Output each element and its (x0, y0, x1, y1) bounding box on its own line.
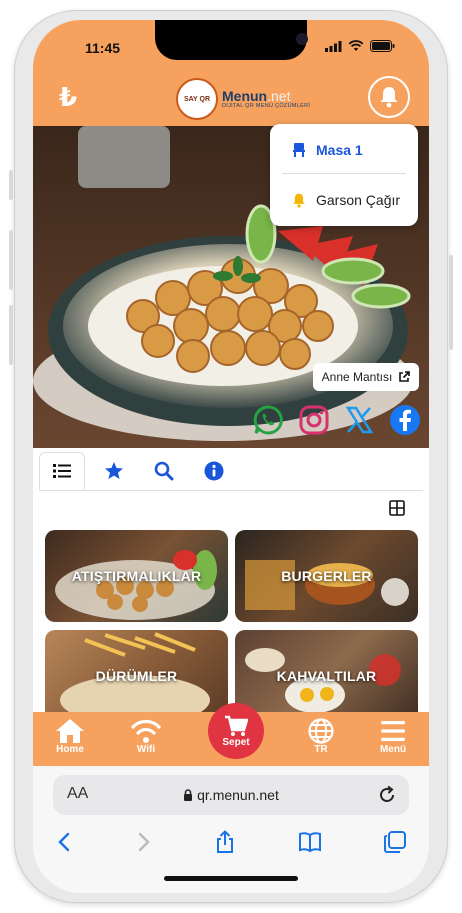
volume-up-button (9, 230, 13, 290)
lock-icon (184, 789, 193, 801)
reload-icon[interactable] (377, 785, 397, 805)
tab-favorites[interactable] (91, 452, 137, 490)
camera (296, 33, 308, 45)
bell-icon (380, 87, 398, 108)
external-link-icon (399, 371, 411, 382)
cart-label: Sepet (222, 736, 250, 748)
category-card[interactable]: KAHVALTILAR (235, 630, 418, 722)
share-icon[interactable] (213, 830, 237, 854)
call-waiter-label: Garson Çağır (316, 192, 401, 208)
bookmarks-icon[interactable] (298, 830, 322, 854)
status-bar: 11:45 (33, 20, 429, 70)
tabs-icon[interactable] (383, 830, 407, 854)
wifi-icon (131, 719, 161, 743)
nav-menu-label: Menü (379, 744, 407, 755)
address-bar[interactable]: AA qr.menun.net (53, 775, 409, 815)
instagram-icon[interactable] (298, 404, 330, 436)
mute-switch (9, 170, 13, 200)
home-indicator (164, 876, 298, 881)
logo-badge: SAY QR (176, 78, 218, 120)
nav-menu[interactable]: Menü (363, 718, 423, 755)
category-card[interactable]: BURGERLER (235, 530, 418, 622)
hamburger-icon (381, 721, 405, 741)
power-button (449, 255, 453, 350)
app-header: ₺ SAY QR Menun.net DİJİTAL QR MENÜ ÇÖZÜM… (33, 70, 429, 126)
call-waiter-item[interactable]: Garson Çağır (270, 176, 418, 224)
whatsapp-icon[interactable] (252, 404, 284, 436)
currency-button[interactable]: ₺ (59, 82, 77, 113)
nav-wifi[interactable]: Wifi (116, 718, 176, 755)
logo-name: Menun (222, 88, 268, 104)
volume-down-button (9, 305, 13, 365)
status-time: 11:45 (85, 40, 121, 56)
back-icon[interactable] (53, 830, 77, 854)
nav-wifi-label: Wifi (136, 744, 156, 755)
bell-icon (293, 193, 305, 208)
notch (155, 20, 308, 60)
tab-list[interactable] (39, 452, 85, 490)
nav-home[interactable]: Home (40, 718, 100, 755)
category-label: KAHVALTILAR (276, 668, 377, 684)
signal-icon (325, 40, 342, 52)
nav-home-label: Home (56, 744, 84, 755)
x-icon[interactable] (343, 404, 375, 436)
category-card[interactable]: DÜRÜMLER (45, 630, 228, 722)
browser-toolbar: AA qr.menun.net (33, 766, 429, 893)
grid-view-icon[interactable] (389, 500, 405, 516)
nav-language[interactable]: TR (291, 718, 351, 755)
logo-tagline: DİJİTAL QR MENÜ ÇÖZÜMLERİ (222, 103, 311, 109)
url-text: qr.menun.net (197, 787, 279, 803)
menu-tabs (39, 452, 423, 491)
dish-tag-label: Anne Mantısı (321, 370, 393, 384)
wifi-status-icon (348, 40, 364, 51)
facebook-icon[interactable] (389, 404, 421, 436)
tab-search[interactable] (141, 452, 187, 490)
category-label: DÜRÜMLER (95, 668, 178, 684)
chair-icon (293, 143, 305, 157)
tab-info[interactable] (191, 452, 237, 490)
category-label: BURGERLER (281, 568, 372, 584)
logo-suffix: .net (267, 88, 291, 104)
dropdown-divider (282, 173, 406, 174)
globe-icon (308, 718, 334, 744)
info-icon (204, 461, 224, 481)
screen: 11:45 ₺ SAY QR Menun.net DİJİTAL QR MENÜ… (33, 20, 429, 893)
table-dropdown: Masa 1 Garson Çağır (270, 124, 418, 226)
cart-icon (225, 715, 248, 736)
category-label: ATIŞTIRMALIKLAR (71, 568, 202, 584)
search-icon (154, 461, 174, 481)
category-card[interactable]: ATIŞTIRMALIKLAR (45, 530, 228, 622)
forward-icon[interactable] (131, 830, 155, 854)
table-label: Masa 1 (316, 142, 363, 158)
list-icon (53, 464, 71, 478)
home-icon (56, 719, 84, 743)
star-icon (105, 462, 123, 479)
nav-language-label: TR (314, 744, 328, 755)
dish-tag-button[interactable]: Anne Mantısı (313, 363, 419, 391)
notifications-button[interactable] (368, 76, 410, 118)
table-menu-item[interactable]: Masa 1 (270, 126, 418, 174)
cart-button[interactable]: Sepet (208, 703, 264, 759)
battery-icon (370, 40, 395, 52)
logo: SAY QR Menun.net DİJİTAL QR MENÜ ÇÖZÜMLE… (176, 78, 310, 120)
